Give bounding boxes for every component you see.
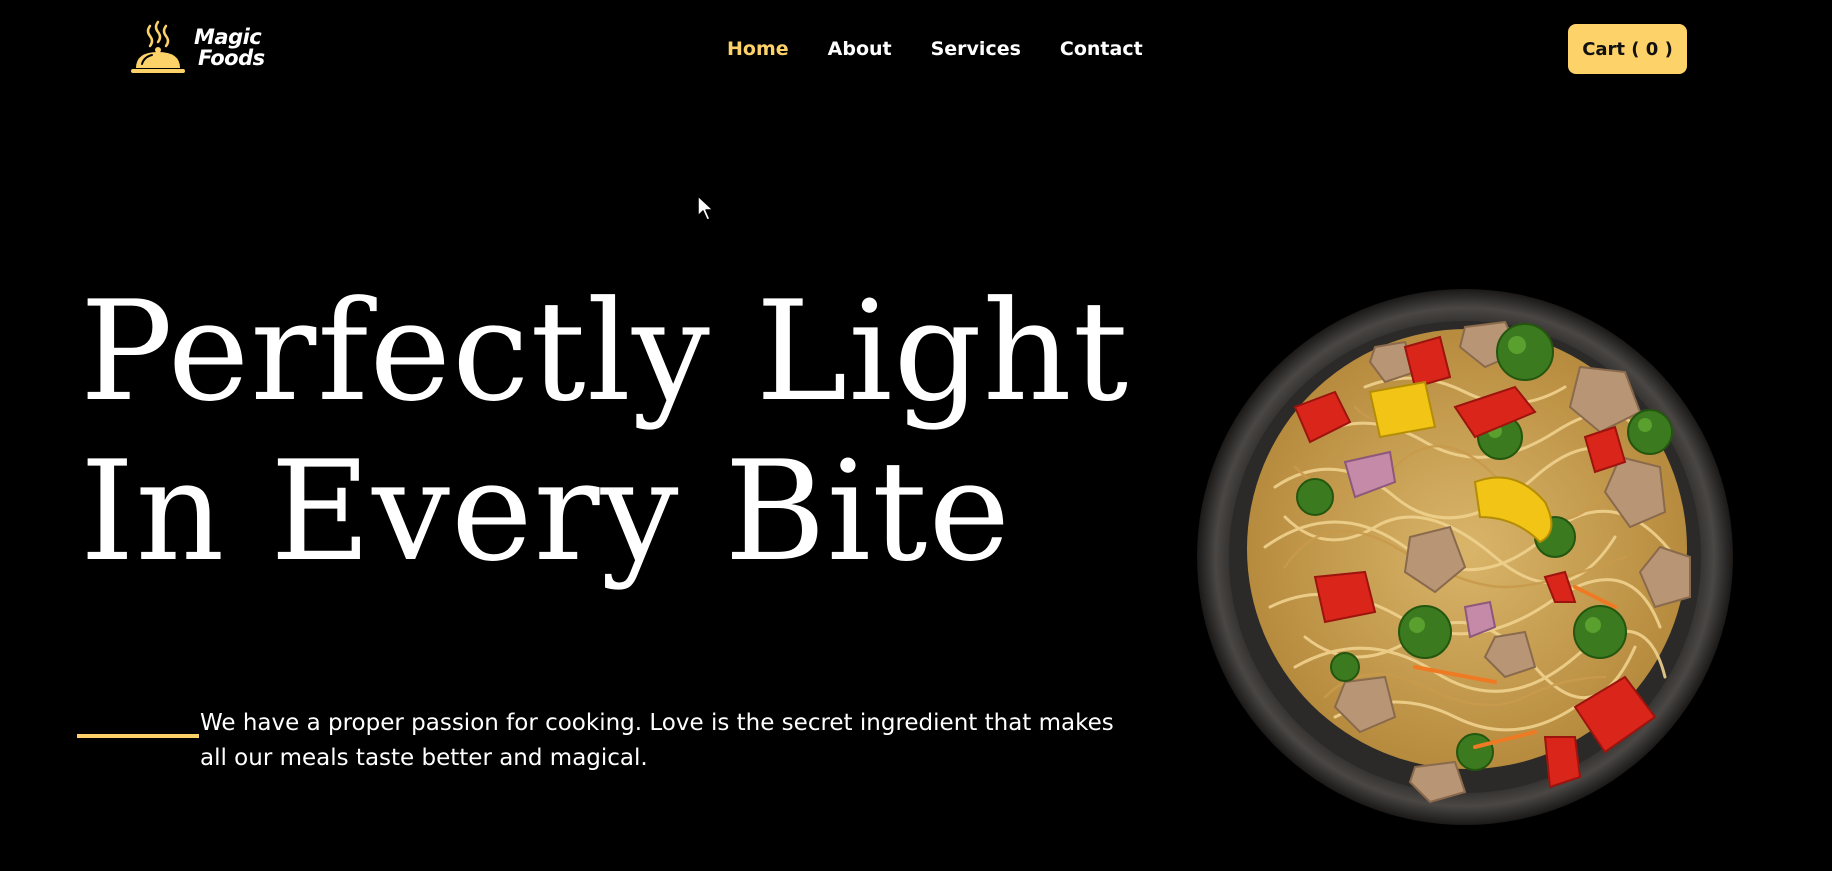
nav-link-about[interactable]: About [828, 38, 892, 60]
main-nav: Home About Services Contact [727, 38, 1182, 60]
hero-title-line2: In Every Bite [80, 431, 1012, 592]
mouse-cursor-icon [697, 195, 717, 227]
brand-name: Magic Foods [192, 27, 265, 69]
cloche-icon [128, 20, 188, 76]
accent-divider [77, 734, 199, 738]
nav-link-home[interactable]: Home [727, 38, 789, 60]
brand-name-line2: Foods [198, 46, 265, 70]
brand-logo[interactable]: Magic Foods [128, 20, 265, 76]
hero-description: We have a proper passion for cooking. Lo… [200, 710, 1114, 771]
cart-button[interactable]: Cart ( 0 ) [1568, 24, 1687, 74]
hero-title: Perfectly Light In Every Bite [80, 272, 1129, 592]
brand-name-line1: Magic [194, 25, 262, 49]
hero-title-line1: Perfectly Light [80, 271, 1130, 432]
nav-link-contact[interactable]: Contact [1060, 38, 1143, 60]
nav-link-services[interactable]: Services [931, 38, 1021, 60]
noodle-bowl-image [1195, 287, 1735, 827]
